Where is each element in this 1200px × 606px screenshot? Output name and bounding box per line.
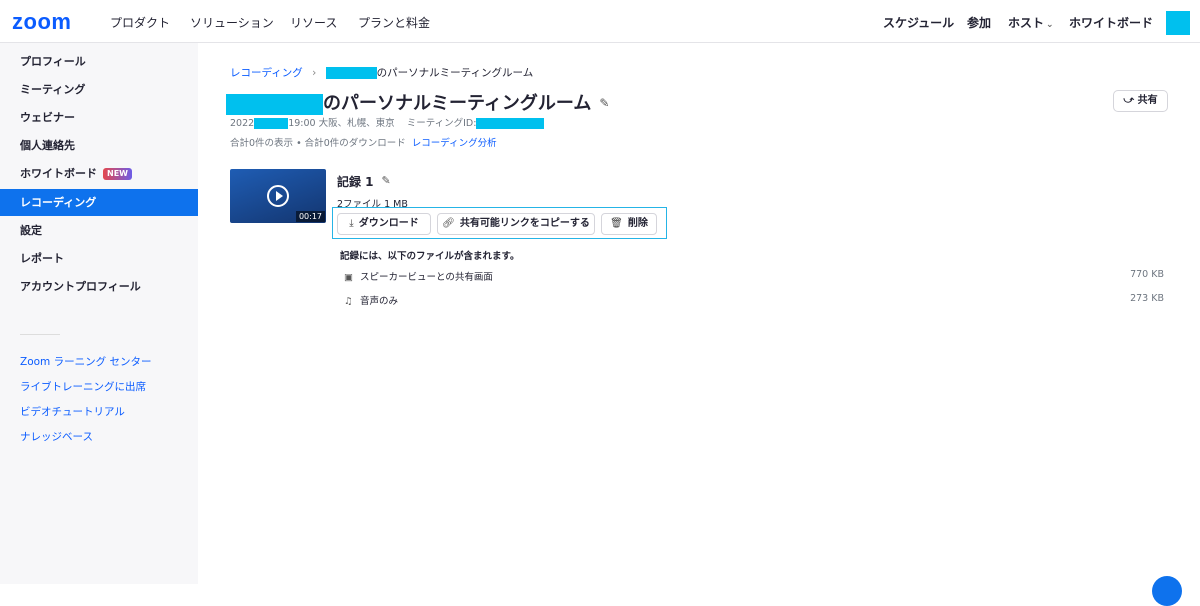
meta-meeting-id-label: ミーティングID:	[406, 118, 477, 129]
file-size: 770 KB	[1130, 269, 1164, 280]
file-row[interactable]: ♫ 音声のみ 273 KB	[344, 293, 1164, 309]
stats-text: 合計0件の表示 • 合計0件のダウンロード	[230, 138, 406, 149]
download-label: ダウンロード	[358, 218, 419, 229]
recording-title-text: 記録 1	[337, 175, 374, 189]
recording-analysis-link[interactable]: レコーディング分析	[412, 138, 497, 149]
download-icon: ⤓	[349, 218, 354, 229]
delete-button[interactable]: 🗑︎ 削除	[601, 213, 657, 235]
page-title-text: のパーソナルミーティングルーム	[323, 93, 592, 114]
link-video-tutorials[interactable]: ビデオチュートリアル	[20, 404, 125, 419]
files-heading: 記録には、以下のファイルが含まれます。	[340, 251, 520, 262]
sidebar-item-profile[interactable]: プロフィール	[0, 48, 198, 75]
breadcrumb-recordings[interactable]: レコーディング	[230, 67, 303, 79]
redacted-date	[254, 118, 289, 129]
sidebar-item-reports[interactable]: レポート	[0, 245, 198, 272]
nav-resources[interactable]: リソース	[290, 14, 337, 31]
nav-pricing[interactable]: プランと料金	[358, 14, 430, 31]
link-icon: 🔗︎	[442, 218, 455, 229]
recording-thumbnail[interactable]: 00:17	[230, 169, 326, 223]
file-name: 音声のみ	[360, 296, 399, 307]
nav-host-label: ホスト	[1008, 16, 1045, 30]
sidebar: プロフィール ミーティング ウェビナー 個人連絡先 ホワイトボード NEW レコー…	[0, 43, 198, 584]
download-button[interactable]: ⤓ ダウンロード	[337, 213, 431, 235]
share-button[interactable]: ⤻ 共有	[1113, 90, 1168, 112]
nav-join[interactable]: 参加	[967, 14, 991, 31]
breadcrumb-current: のパーソナルミーティングルーム	[376, 67, 534, 79]
sidebar-item-webinars[interactable]: ウェビナー	[0, 104, 198, 131]
share-icon: ⤻	[1123, 95, 1135, 106]
duration-label: 00:17	[295, 211, 325, 222]
meta-year: 2022	[230, 118, 255, 129]
link-learning-center[interactable]: Zoom ラーニング センター	[20, 354, 151, 369]
sidebar-divider	[20, 334, 60, 335]
sidebar-item-meetings[interactable]: ミーティング	[0, 76, 198, 103]
breadcrumb: レコーディング › のパーソナルミーティングルーム	[230, 65, 533, 80]
zoom-logo[interactable]: zoom	[12, 9, 71, 35]
recording-title: 記録 1 ✎	[337, 173, 391, 190]
edit-pencil-icon[interactable]: ✎	[599, 96, 609, 110]
copy-share-link-button[interactable]: 🔗︎ 共有可能リンクをコピーする	[437, 213, 595, 235]
sidebar-item-recordings[interactable]: レコーディング	[0, 189, 198, 216]
nav-solutions[interactable]: ソリューション	[190, 14, 274, 31]
sidebar-item-contacts[interactable]: 個人連絡先	[0, 132, 198, 159]
new-badge: NEW	[103, 168, 132, 180]
breadcrumb-separator: ›	[312, 67, 317, 79]
help-chat-button[interactable]	[1152, 576, 1182, 606]
top-nav: zoom プロダクト ソリューション リソース プランと料金 スケジュール 参加…	[0, 0, 1200, 43]
link-knowledge-base[interactable]: ナレッジベース	[20, 429, 93, 444]
avatar[interactable]	[1166, 11, 1190, 35]
file-size: 273 KB	[1130, 293, 1164, 304]
redacted-name	[226, 93, 323, 115]
sidebar-item-whiteboard[interactable]: ホワイトボード NEW	[0, 160, 198, 187]
nav-products[interactable]: プロダクト	[110, 14, 170, 31]
nav-schedule[interactable]: スケジュール	[883, 14, 954, 31]
file-name: スピーカービューとの共有画面	[360, 272, 493, 283]
redacted-name	[325, 67, 377, 79]
meeting-meta: 2022 19:00 大阪、札幌、東京 ミーティングID:	[230, 115, 545, 129]
trash-icon: 🗑︎	[610, 218, 623, 229]
meta-time: 19:00 大阪、札幌、東京	[288, 118, 395, 129]
sidebar-item-settings[interactable]: 設定	[0, 217, 198, 244]
redacted-meeting-id	[476, 118, 545, 129]
nav-host[interactable]: ホスト ⌄	[1008, 14, 1054, 31]
chevron-down-icon: ⌄	[1046, 20, 1054, 30]
link-live-training[interactable]: ライブトレーニングに出席	[20, 379, 146, 394]
share-label: 共有	[1137, 95, 1158, 106]
sidebar-item-account-profile[interactable]: アカウントプロフィール	[0, 273, 198, 300]
play-icon[interactable]	[267, 185, 289, 207]
delete-label: 削除	[627, 218, 648, 229]
recording-stats: 合計0件の表示 • 合計0件のダウンロード レコーディング分析	[230, 135, 497, 149]
copy-link-label: 共有可能リンクをコピーする	[459, 218, 590, 229]
nav-whiteboard[interactable]: ホワイトボード	[1069, 14, 1153, 31]
page-title: のパーソナルミーティングルーム ✎	[226, 89, 609, 115]
edit-pencil-icon[interactable]: ✎	[382, 174, 391, 187]
music-note-icon: ♫	[344, 296, 353, 307]
file-row[interactable]: ▣ スピーカービューとの共有画面 770 KB	[344, 269, 1164, 285]
sidebar-item-label: ホワイトボード	[20, 167, 97, 180]
screen-share-icon: ▣	[344, 272, 353, 283]
